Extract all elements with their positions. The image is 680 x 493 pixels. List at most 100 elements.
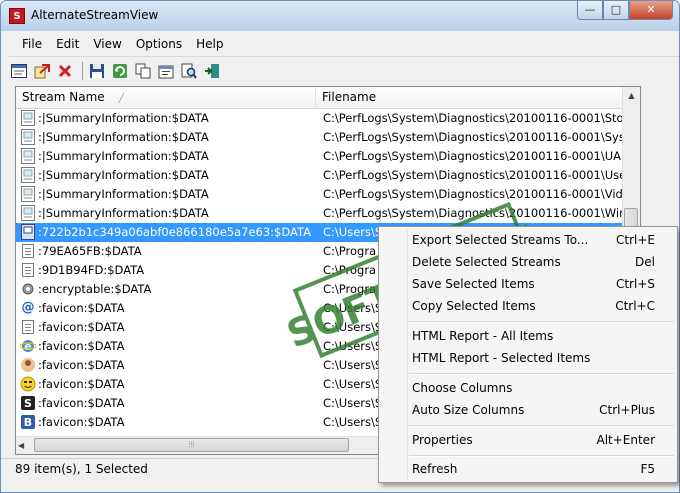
menu-label: Refresh: [412, 462, 458, 476]
menu-separator: [409, 373, 674, 375]
properties-icon[interactable]: [156, 61, 176, 81]
toolbar: [9, 56, 679, 84]
filename: C:\Users\S: [323, 358, 383, 372]
find-icon[interactable]: [179, 61, 199, 81]
scroll-up-icon[interactable]: ▲: [623, 87, 640, 104]
svg-text:S: S: [24, 397, 32, 410]
save-icon[interactable]: [87, 61, 107, 81]
html-report-icon[interactable]: [9, 61, 29, 81]
exit-icon[interactable]: [202, 61, 222, 81]
avatar-icon: [20, 357, 36, 373]
stream-name: :|SummaryInformation:$DATA: [38, 206, 209, 220]
export-icon[interactable]: [32, 61, 52, 81]
menu-refresh[interactable]: Refresh F5: [412, 459, 655, 479]
stream-name: :encryptable:$DATA: [38, 282, 152, 296]
menu-html-report-all[interactable]: HTML Report - All Items: [412, 326, 655, 346]
file-icon: [22, 320, 34, 334]
menu-help[interactable]: Help: [189, 35, 230, 54]
menu-shortcut: Ctrl+E: [616, 233, 655, 247]
column-header-filename[interactable]: Filename: [316, 87, 623, 108]
window-title: AlternateStreamView: [31, 8, 159, 22]
menu-separator: [409, 455, 674, 457]
stream-name: :favicon:$DATA: [38, 339, 125, 353]
ie-icon: e: [19, 338, 37, 354]
table-row[interactable]: :|SummaryInformation:$DATA C:\PerfLogs\Sy…: [16, 147, 632, 166]
menu-auto-size-columns[interactable]: Auto Size Columns Ctrl+Plus: [412, 400, 655, 420]
table-row[interactable]: :|SummaryInformation:$DATA C:\PerfLogs\Sy…: [16, 185, 634, 204]
menu-label: Save Selected Items: [412, 277, 535, 291]
menu-options[interactable]: Options: [129, 35, 189, 54]
filename: C:\Users\S: [323, 339, 383, 353]
horizontal-scroll-thumb[interactable]: ⦙⦙⦙: [34, 438, 349, 452]
menu-label: Properties: [412, 433, 473, 447]
menu-copy-selected-items[interactable]: Copy Selected Items Ctrl+C: [412, 296, 655, 316]
menu-label: HTML Report - All Items: [412, 329, 554, 343]
list-header: Stream Name ╱ Filename: [16, 87, 623, 109]
stream-name: :favicon:$DATA: [38, 358, 125, 372]
filename: C:\PerfLogs\System\Diagnostics\20100116-…: [323, 187, 634, 201]
doc-icon: [20, 224, 36, 240]
stream-name: :79EA65FB:$DATA: [38, 244, 142, 258]
maximize-button[interactable]: □: [603, 1, 629, 20]
menu-shortcut: F5: [640, 462, 655, 476]
menu-html-report-selected[interactable]: HTML Report - Selected Items: [412, 348, 655, 368]
filename: C:\Progra: [323, 244, 377, 258]
menu-bar: File Edit View Options Help: [1, 35, 679, 54]
menu-label: Export Selected Streams To...: [412, 233, 589, 247]
filename: C:\Users\S: [323, 225, 383, 239]
menu-shortcut: Ctrl+Plus: [599, 403, 655, 417]
menu-view[interactable]: View: [86, 35, 128, 54]
b-square-icon: B: [20, 414, 36, 430]
stream-name: :favicon:$DATA: [38, 301, 125, 315]
menu-label: Copy Selected Items: [412, 299, 536, 313]
stream-name: :|SummaryInformation:$DATA: [38, 111, 209, 125]
menu-export-selected-streams[interactable]: Export Selected Streams To... Ctrl+E: [412, 230, 655, 250]
table-row[interactable]: :|SummaryInformation:$DATA C:\PerfLogs\Sy…: [16, 204, 637, 223]
doc-icon: [20, 148, 36, 164]
delete-icon[interactable]: [55, 61, 75, 81]
menu-label: HTML Report - Selected Items: [412, 351, 591, 365]
stream-name: :favicon:$DATA: [38, 320, 125, 334]
copy-icon[interactable]: [133, 61, 153, 81]
at-icon: @: [21, 300, 35, 315]
sort-arrow-icon: ╱: [118, 94, 125, 104]
filename: C:\Users\S: [323, 396, 383, 410]
filename: C:\Users\S: [323, 377, 383, 391]
column-label: Filename: [322, 90, 377, 104]
file-icon: [22, 244, 34, 258]
doc-icon: [20, 110, 36, 126]
minimize-button[interactable]: —: [577, 1, 603, 20]
scroll-left-icon[interactable]: ◀: [18, 437, 24, 454]
table-row[interactable]: :|SummaryInformation:$DATA C:\PerfLogs\Sy…: [16, 128, 640, 147]
context-menu-gutter: [407, 229, 408, 480]
menu-label: Choose Columns: [412, 381, 513, 395]
stream-name: :favicon:$DATA: [38, 415, 125, 429]
menu-delete-selected-streams[interactable]: Delete Selected Streams Del: [412, 252, 655, 272]
file-icon: [22, 263, 34, 277]
stream-name: :|SummaryInformation:$DATA: [38, 168, 209, 182]
menu-edit[interactable]: Edit: [49, 35, 86, 54]
filename: C:\PerfLogs\System\Diagnostics\20100116-…: [323, 111, 639, 125]
filename: C:\PerfLogs\System\Diagnostics\20100116-…: [323, 206, 638, 220]
menu-properties[interactable]: Properties Alt+Enter: [412, 430, 655, 450]
stream-name: :9D1B94FD:$DATA: [38, 263, 145, 277]
stream-name: :722b2b1c349a06abf0e866180e5a7e63:$DATA: [38, 225, 311, 239]
title-bar[interactable]: S AlternateStreamView — □ ✕: [1, 1, 679, 31]
table-row[interactable]: :|SummaryInformation:$DATA C:\PerfLogs\Sy…: [16, 109, 638, 128]
stream-name: :favicon:$DATA: [38, 377, 125, 391]
menu-choose-columns[interactable]: Choose Columns: [412, 378, 655, 398]
status-text: 89 item(s), 1 Selected: [15, 462, 148, 476]
filename: C:\Progra: [323, 282, 377, 296]
filename: C:\PerfLogs\System\Diagnostics\20100116-…: [323, 149, 632, 163]
table-row[interactable]: :|SummaryInformation:$DATA C:\PerfLogs\Sy…: [16, 166, 637, 185]
stream-name: :|SummaryInformation:$DATA: [38, 149, 209, 163]
menu-separator: [409, 321, 674, 323]
menu-save-selected-items[interactable]: Save Selected Items Ctrl+S: [412, 274, 655, 294]
close-button[interactable]: ✕: [629, 1, 673, 20]
refresh-icon[interactable]: [110, 61, 130, 81]
menu-file[interactable]: File: [15, 35, 49, 54]
column-header-stream-name[interactable]: Stream Name ╱: [16, 87, 316, 108]
menu-label: Auto Size Columns: [412, 403, 525, 417]
filename: C:\Users\S: [323, 320, 383, 334]
filename: C:\Users\S: [323, 415, 383, 429]
